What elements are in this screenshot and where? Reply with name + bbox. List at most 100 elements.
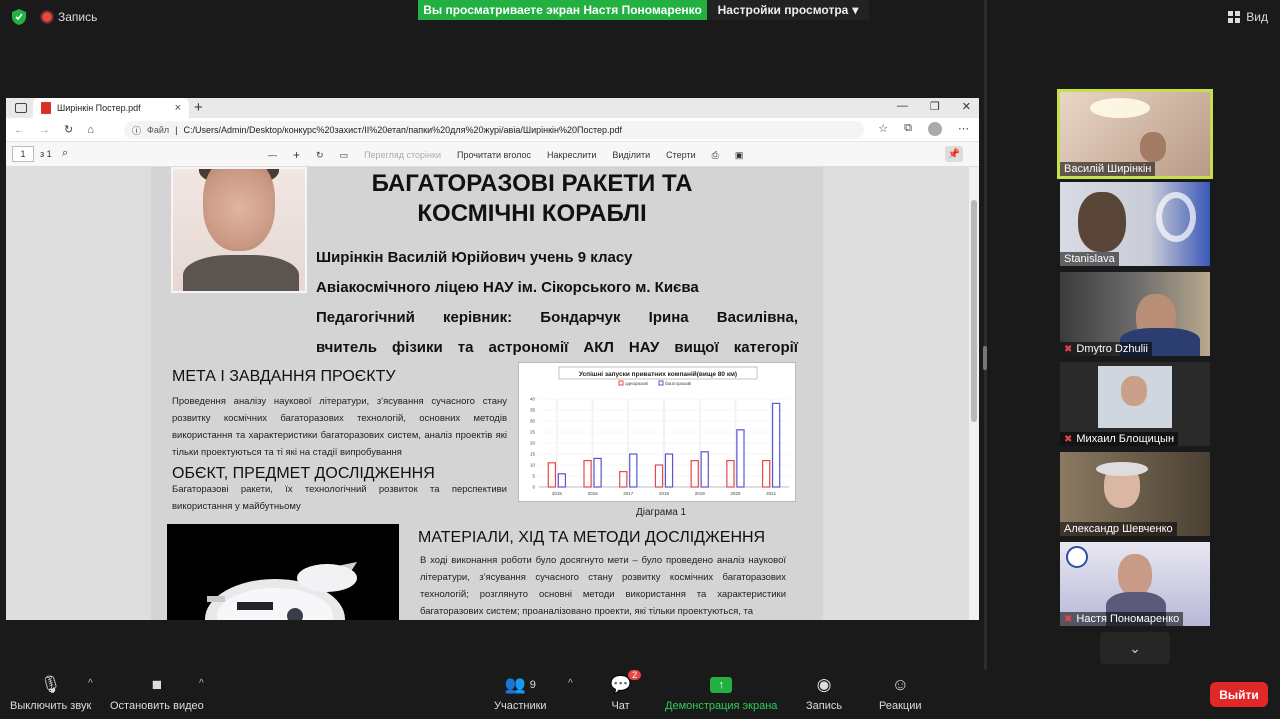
column-shade [663, 399, 665, 487]
participant-name-text: Михаил Блощицын [1076, 433, 1175, 445]
section-goal-heading: МЕТА І ЗАВДАННЯ ПРОЄКТУ [172, 368, 396, 385]
participant-name: Stanislava [1060, 252, 1119, 266]
forward-icon[interactable]: → [39, 124, 50, 136]
muted-mic-icon: ✖ [1064, 433, 1073, 445]
x-tick-label: 2016 [588, 491, 599, 496]
refresh-icon[interactable]: ↻ [64, 123, 73, 136]
bar [629, 453, 638, 488]
poster-page: БАГАТОРАЗОВІ РАКЕТИ ТА КОСМІЧНІ КОРАБЛІ … [151, 167, 823, 620]
legend-label: одноразові [625, 381, 648, 386]
shield-icon[interactable] [10, 8, 28, 26]
vertical-scrollbar[interactable] [969, 167, 979, 620]
resize-handle[interactable] [983, 346, 987, 370]
page-number-input[interactable]: 1 [12, 146, 34, 162]
url-field[interactable]: ⓘ Файл | C:/Users/Admin/Desktop/конкурс%… [124, 121, 864, 139]
read-aloud-button[interactable]: Прочитати вголос [457, 150, 531, 160]
poster-title-line1: БАГАТОРАЗОВІ РАКЕТИ ТА [371, 170, 693, 197]
save-icon[interactable]: ▣ [735, 150, 744, 161]
participant-head [1140, 132, 1166, 162]
author-line2: Авіакосмічного ліцею НАУ ім. Сікорського… [316, 279, 699, 296]
rotate-icon[interactable]: ↻ [316, 150, 324, 161]
tab-actions-icon[interactable] [15, 103, 27, 113]
view-settings-label: Настройки просмотра [717, 3, 849, 17]
close-tab-icon[interactable]: × [175, 102, 181, 114]
video-options-icon[interactable]: ^ [199, 678, 204, 689]
view-label: Вид [1246, 10, 1268, 24]
chat-badge: 2 [628, 670, 642, 680]
participant-tile[interactable]: Василій Ширінкін [1057, 89, 1213, 179]
reaction-icon: ☺ [891, 675, 909, 694]
y-tick-label: 40 [530, 397, 536, 402]
audio-options-icon[interactable]: ^ [88, 678, 93, 689]
record-button[interactable]: ◉ Запись [806, 674, 842, 712]
launches-chart: Успішні запуски приватних компаній(вище … [518, 362, 796, 502]
new-tab-icon[interactable]: + [194, 99, 203, 116]
author-line4: вчитель фізики та астрономії АКЛ НАУ вищ… [316, 339, 798, 356]
participant-tile[interactable]: ✖ Михаил Блощицын [1060, 362, 1210, 446]
participant-head [1078, 192, 1126, 252]
highlight-button[interactable]: Виділити [612, 150, 650, 160]
gallery-separator [984, 0, 987, 670]
x-tick-label: 2021 [766, 491, 777, 496]
profile-icon[interactable] [928, 122, 942, 136]
legend-label: багаторазові [665, 381, 691, 386]
tab-pdf[interactable]: Ширінкін Постер.pdf × [33, 98, 189, 118]
bar [593, 457, 602, 488]
video-camera-icon: ■ [151, 675, 163, 694]
shared-browser-window: Ширінкін Постер.pdf × + — ❐ ✕ ← → ↻ ⌂ ⓘ … [6, 98, 979, 620]
zoom-in-icon[interactable]: + [293, 148, 300, 162]
photo-shirt [183, 255, 299, 291]
pdf-toolbar: 1 з 1 ⌕ — + ↻ ▭ Перегляд сторінки Прочит… [6, 142, 979, 167]
draw-button[interactable]: Накреслити [547, 150, 596, 160]
section-goal-text: Проведення аналізу наукової літератури, … [172, 396, 507, 458]
leave-button[interactable]: Выйти [1210, 682, 1268, 707]
zoom-out-icon[interactable]: — [268, 150, 277, 160]
participant-tile[interactable]: ✖ Настя Пономаренко [1060, 542, 1210, 626]
maximize-icon[interactable]: ❐ [930, 100, 940, 113]
home-icon[interactable]: ⌂ [87, 124, 94, 136]
poster-author: Ширінкін Василій Юрійович учень 9 класу … [316, 243, 798, 363]
reactions-button[interactable]: ☺ Реакции [879, 674, 922, 712]
bar [700, 451, 709, 488]
y-tick-label: 35 [530, 408, 536, 413]
spacecraft-image [167, 524, 399, 620]
close-window-icon[interactable]: ✕ [962, 100, 971, 113]
mute-button[interactable]: 🎙 Выключить звук [10, 674, 91, 712]
print-icon[interactable]: ⎙ [712, 150, 719, 161]
participant-tile[interactable]: ✖ Dmytro Dzhulii [1060, 272, 1210, 356]
bar [726, 459, 735, 488]
school-logo [1066, 546, 1088, 568]
fit-page-icon[interactable]: ▭ [340, 150, 349, 161]
participant-tile[interactable]: Stanislava [1060, 182, 1210, 266]
gallery-more-button[interactable]: ⌄ [1100, 632, 1170, 664]
tab-bar: Ширінкін Постер.pdf × + — ❐ ✕ [6, 98, 979, 118]
erase-button[interactable]: Стерти [666, 150, 695, 160]
chat-button[interactable]: 💬 2 Чат [610, 670, 642, 712]
author-line3: Педагогічний керівник: Бондарчук Ірина В… [316, 309, 798, 326]
share-screen-button[interactable]: ↑ Демонстрация экрана [665, 674, 777, 712]
more-icon[interactable]: ⋯ [958, 122, 969, 136]
participants-button[interactable]: 👥 9 Участники [494, 674, 547, 712]
pin-icon[interactable]: 📌 [945, 146, 963, 162]
page-view-button[interactable]: Перегляд сторінки [364, 150, 441, 160]
share-screen-label: Демонстрация экрана [665, 700, 778, 712]
stop-video-button[interactable]: ■ Остановить видео [110, 674, 204, 712]
back-icon[interactable]: ← [14, 124, 25, 136]
participant-name: ✖ Dmytro Dzhulii [1060, 342, 1152, 356]
participant-name-text: Александр Шевченко [1064, 523, 1173, 535]
participant-tile[interactable]: Александр Шевченко [1060, 452, 1210, 536]
recording-indicator[interactable]: Запись [42, 10, 97, 24]
pdf-tools: — + ↻ ▭ Перегляд сторінки Прочитати вгол… [268, 148, 743, 162]
search-icon[interactable]: ⌕ [62, 147, 68, 160]
scrollbar-thumb[interactable] [971, 200, 977, 422]
collections-icon[interactable]: ⧉ [904, 122, 912, 136]
favorites-icon[interactable]: ☆ [878, 122, 888, 136]
view-settings-button[interactable]: Настройки просмотра ▾ [707, 0, 869, 20]
participant-name: ✖ Настя Пономаренко [1060, 612, 1184, 626]
chat-icon: 💬 2 [610, 670, 642, 696]
view-button[interactable]: Вид [1228, 10, 1268, 24]
participants-options-icon[interactable]: ^ [568, 678, 573, 689]
minimize-icon[interactable]: — [897, 100, 908, 113]
participant-name: Александр Шевченко [1060, 522, 1177, 536]
participants-label: Участники [494, 700, 547, 712]
